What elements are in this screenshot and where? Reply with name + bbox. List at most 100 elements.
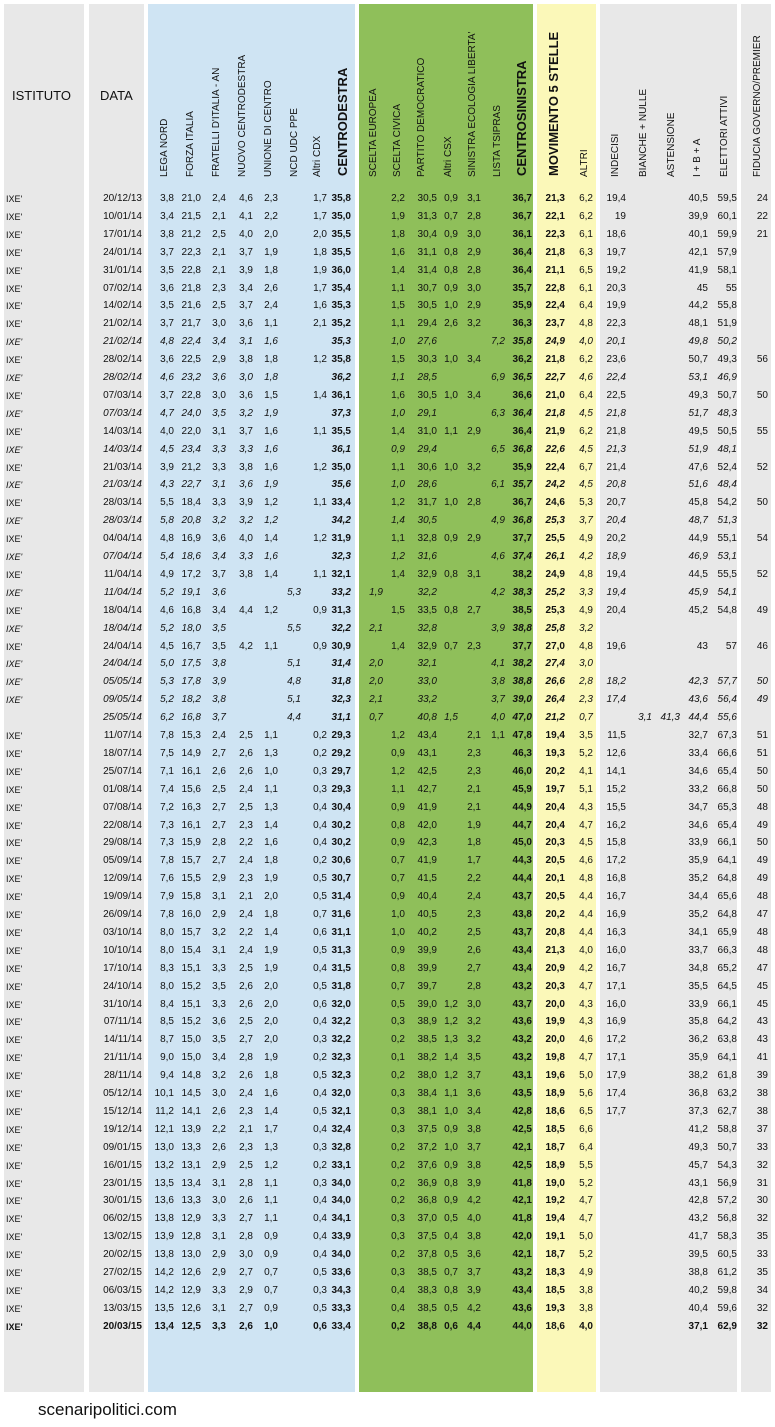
cell-value: 31,6	[331, 909, 351, 920]
cell-value: 27,6	[417, 336, 437, 348]
cell-value: 1,6	[264, 837, 278, 849]
cell-value: 21,3	[606, 443, 626, 455]
cell-value: 50	[756, 783, 768, 795]
cell-value: 42,5	[417, 765, 437, 777]
cell-value: 17,7	[606, 1105, 626, 1117]
table-row: IXE' 21/02/14 4,8 22,4 3,4 3,1 1,6 35,3 1,0 27,6 7…	[0, 333, 775, 351]
cell-value: 0,9	[264, 1249, 278, 1261]
cell-value: 49	[756, 604, 768, 616]
cell-value: 0,7	[264, 1267, 278, 1278]
cell-value: 2,4	[264, 300, 278, 312]
cell-value: 41	[756, 1052, 768, 1064]
cell-value: 2,0	[369, 658, 383, 670]
cell-value: 48,4	[717, 479, 737, 491]
cell-value: 32	[756, 1320, 768, 1332]
cell-value: 1,9	[264, 944, 278, 956]
cell-value: 19,6	[606, 640, 626, 652]
cell-value: 3,0	[579, 658, 593, 670]
table-row: IXE' 27/02/15 14,2 12,6 2,9 2,7 0,7 0,5 33,6 0,3 3…	[0, 1264, 775, 1282]
cell-value: 2,3	[467, 909, 481, 920]
cell-istituto: IXE'	[6, 426, 23, 437]
cell-value: 35,3	[331, 336, 351, 348]
cell-value: 34,2	[331, 515, 351, 527]
cell-value: 1,2	[264, 497, 278, 509]
cell-value: 34	[756, 1284, 768, 1296]
cell-value: 33	[756, 1141, 768, 1153]
cell-istituto: IXE'	[6, 373, 23, 383]
cell-value: 6,6	[579, 1123, 593, 1135]
cell-value: 32,1	[417, 658, 437, 670]
header-elettori: ELETTORI ATTIVI	[719, 95, 730, 177]
cell-value: 2,7	[467, 962, 481, 974]
cell-value: 19,4	[606, 586, 626, 598]
cell-value: 55,8	[717, 300, 737, 312]
cell-istituto: IXE'	[6, 1268, 23, 1278]
header-m5s: MOVIMENTO 5 STELLE	[546, 31, 561, 176]
cell-value: 56	[756, 354, 768, 366]
cell-value: 3,2	[579, 622, 593, 634]
cell-value: 33,4	[331, 1320, 351, 1332]
cell-value: 22,5	[606, 389, 626, 401]
cell-value: 41,5	[417, 873, 437, 885]
table-row: IXE' 28/02/14 4,6 23,2 3,6 3,0 1,8 36,2 1,1 28,5 6…	[0, 369, 775, 387]
cell-value: 2,1	[467, 783, 481, 795]
cell-value: 1,1	[264, 318, 278, 330]
header-sel: SINISTRA ECOLOGIA LIBERTA'	[467, 31, 478, 177]
cell-value: 49	[756, 873, 768, 885]
cell-value: 20,3	[606, 282, 626, 294]
cell-value: 31,3	[331, 604, 351, 616]
cell-value: 45	[756, 998, 768, 1010]
cell-value: 41,9	[417, 855, 437, 867]
cell-value: 3,0	[467, 228, 481, 240]
cell-value: 2,8	[467, 210, 481, 222]
cell-value: 3,4	[467, 1105, 481, 1117]
table-row: IXE' 28/02/14 3,6 22,5 2,9 3,8 1,8 1,2 35,8 1,5 30…	[0, 351, 775, 369]
cell-value: 40,2	[417, 926, 437, 938]
cell-value: 48,1	[717, 443, 737, 455]
cell-value: 1,0	[264, 1320, 278, 1332]
cell-istituto: IXE'	[6, 1214, 23, 1225]
table-row: 25/05/14 6,2 16,8 3,7 4,4 31,1 0,7 40,8 1,5 4,0 47…	[0, 709, 775, 727]
header-sc: SCELTA CIVICA	[392, 104, 403, 177]
cell-value: 4,4	[287, 712, 301, 724]
cell-value: 1,7	[467, 855, 481, 867]
cell-value: 30,9	[331, 640, 351, 652]
cell-value: 33,4	[331, 497, 351, 509]
cell-istituto: IXE'	[6, 355, 23, 366]
cell-value: 2,0	[369, 676, 383, 688]
cell-value: 3,7	[467, 1141, 481, 1153]
cell-value: 32,3	[331, 1070, 351, 1082]
cell-value: 49	[756, 819, 768, 831]
cell-value: 3,2	[467, 1034, 481, 1046]
cell-value: 35,5	[331, 425, 351, 437]
cell-value: 2,1	[467, 801, 481, 813]
cell-value: 2,9	[467, 300, 481, 312]
cell-value: 51	[756, 730, 768, 741]
cell-value: 17,9	[606, 1070, 626, 1082]
cell-value: 37	[756, 1123, 768, 1135]
cell-value: 2,9	[467, 533, 481, 545]
cell-value: 33,3	[331, 1302, 351, 1314]
cell-value: 18,6	[606, 228, 626, 240]
table-row: IXE' 21/03/14 3,9 21,2 3,3 3,8 1,6 1,2 35,0 1,1 30…	[0, 459, 775, 477]
table-row: IXE' 14/03/14 4,5 23,4 3,3 3,3 1,6 36,1 0,9 29,4 6…	[0, 441, 775, 459]
cell-value: 31	[756, 1177, 768, 1189]
cell-value: 2,9	[467, 425, 481, 437]
header-ncd: NUOVO CENTRODESTRA	[237, 54, 248, 177]
cell-value: 1,9	[467, 819, 481, 831]
cell-value: 1,6	[264, 551, 278, 562]
cell-istituto: IXE'	[6, 569, 23, 580]
cell-value: 5,2	[579, 1249, 593, 1261]
cell-istituto: IXE'	[6, 1089, 23, 1099]
cell-value: 3,6	[467, 1088, 481, 1099]
cell-value: 0,7	[264, 1284, 278, 1296]
cell-value: 1,6	[264, 1088, 278, 1099]
cell-value: 29,2	[331, 747, 351, 759]
cell-value: 43	[756, 1034, 768, 1046]
cell-value: 36,0	[331, 264, 351, 276]
table-row: IXE' 06/03/15 14,2 12,9 3,3 2,9 0,7 0,3 34,3 0,4 3…	[0, 1282, 775, 1300]
table-row: IXE' 11/07/14 7,8 15,3 2,4 2,5 1,1 0,2 29,3 1,2 43…	[0, 727, 775, 745]
cell-value: 1,9	[264, 962, 278, 974]
table-row: IXE' 11/04/14 4,9 17,2 3,7 3,8 1,4 1,1 32,1 1,4 32…	[0, 566, 775, 584]
cell-istituto: IXE'	[6, 945, 23, 956]
